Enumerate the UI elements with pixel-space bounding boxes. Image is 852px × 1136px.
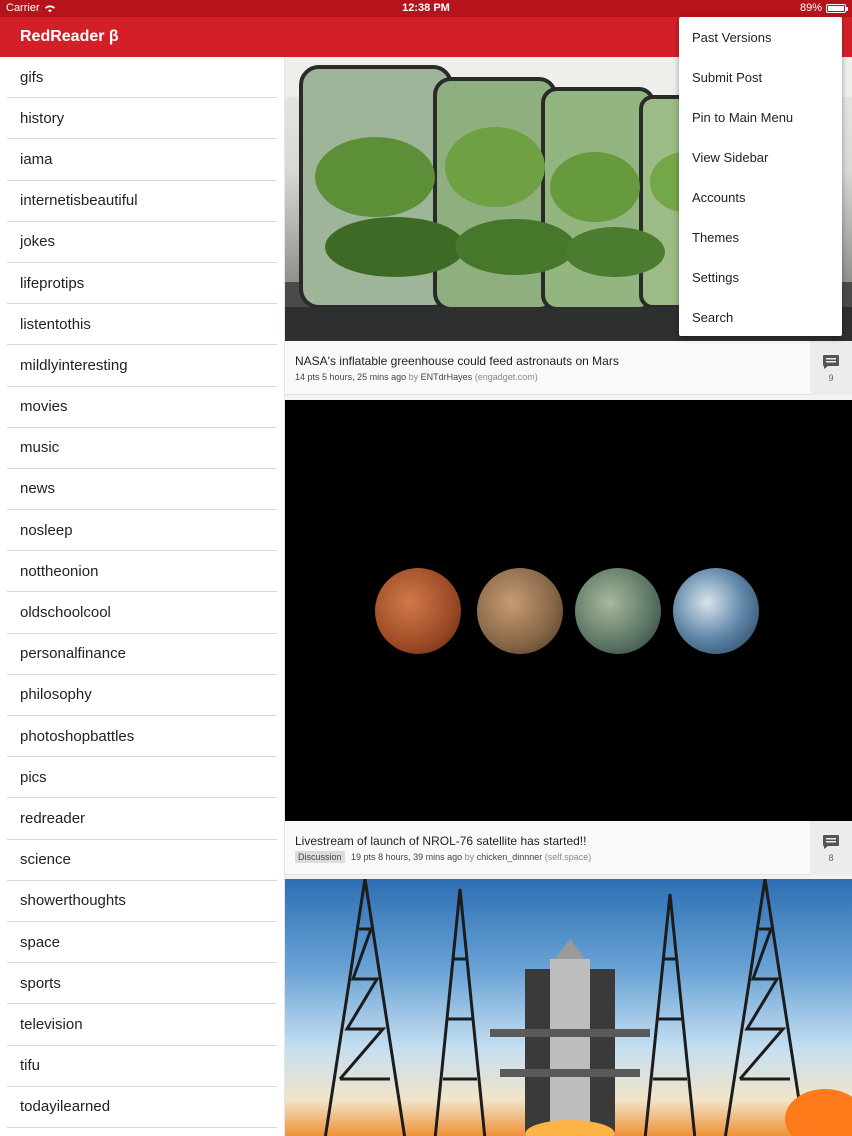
post-points: 19 pts bbox=[351, 852, 376, 862]
comment-count: 9 bbox=[828, 372, 834, 383]
post-by: by bbox=[408, 372, 419, 382]
subreddit-item[interactable]: todayilearned bbox=[7, 1087, 277, 1128]
menu-item-accounts[interactable]: Accounts bbox=[679, 177, 842, 217]
rocket-illustration bbox=[323, 879, 852, 1136]
subreddit-item[interactable]: showerthoughts bbox=[7, 881, 277, 922]
subreddit-item[interactable]: photoshopbattles bbox=[7, 716, 277, 758]
post-author: chicken_dinnner bbox=[476, 852, 543, 862]
post-domain: (self.space) bbox=[544, 852, 592, 862]
menu-item-search[interactable]: Search bbox=[679, 297, 842, 337]
subreddit-item[interactable]: sports bbox=[7, 963, 277, 1005]
post-row[interactable]: NASA's inflatable greenhouse could feed … bbox=[285, 341, 852, 395]
planet-stage-two bbox=[477, 568, 563, 654]
planet-earthlike bbox=[673, 568, 759, 654]
app-title: RedReader β bbox=[20, 28, 119, 45]
subreddit-item[interactable]: tifu bbox=[7, 1046, 277, 1087]
post-age: 8 hours, 39 mins ago bbox=[378, 852, 463, 862]
comment-count: 8 bbox=[828, 852, 834, 863]
menu-item-submit-post[interactable]: Submit Post bbox=[679, 57, 842, 97]
subreddit-item[interactable]: listentothis bbox=[7, 304, 277, 346]
menu-item-themes[interactable]: Themes bbox=[679, 217, 842, 257]
subreddit-item[interactable]: news bbox=[7, 469, 277, 511]
subreddit-item[interactable]: nosleep bbox=[7, 510, 277, 552]
menu-item-view-sidebar[interactable]: View Sidebar bbox=[679, 137, 842, 177]
menu-item-past-versions[interactable]: Past Versions bbox=[679, 17, 842, 57]
status-bar: Carrier 12:38 PM 89% bbox=[0, 0, 852, 17]
post-image-planets[interactable] bbox=[285, 400, 852, 821]
comments-button[interactable]: 8 bbox=[810, 821, 852, 875]
menu-item-pin-to-main-menu[interactable]: Pin to Main Menu bbox=[679, 97, 842, 137]
post-row[interactable]: Livestream of launch of NROL-76 satellit… bbox=[285, 821, 852, 875]
post-meta: Discussion 19 pts 8 hours, 39 mins ago b… bbox=[295, 851, 802, 863]
subreddit-item[interactable]: gifs bbox=[7, 57, 277, 99]
subreddit-item[interactable]: philosophy bbox=[7, 675, 277, 716]
overflow-menu[interactable]: Past Versions Submit Post Pin to Main Me… bbox=[679, 17, 842, 336]
subreddit-item[interactable]: science bbox=[7, 840, 277, 881]
menu-item-settings[interactable]: Settings bbox=[679, 257, 842, 297]
post-domain: (engadget.com) bbox=[474, 372, 538, 382]
subreddit-item[interactable]: lifeprotips bbox=[7, 263, 277, 305]
subreddit-item[interactable]: redreader bbox=[7, 798, 277, 840]
post-image-rocket[interactable] bbox=[285, 879, 852, 1136]
subreddit-item[interactable]: nottheonion bbox=[7, 551, 277, 593]
subreddit-item[interactable]: pics bbox=[7, 757, 277, 799]
post-title: NASA's inflatable greenhouse could feed … bbox=[295, 354, 619, 368]
clock: 12:38 PM bbox=[402, 2, 450, 14]
planet-mars bbox=[375, 568, 461, 654]
subreddit-item[interactable]: oldschoolcool bbox=[7, 592, 277, 634]
planet-stage-three bbox=[575, 568, 661, 654]
subreddit-list[interactable]: gifs history iama internetisbeautiful jo… bbox=[0, 57, 285, 1136]
subreddit-item[interactable]: jokes bbox=[7, 222, 277, 263]
post-meta: 14 pts 5 hours, 25 mins ago by ENTdrHaye… bbox=[295, 372, 802, 382]
subreddit-item[interactable]: movies bbox=[7, 387, 277, 428]
battery-percent: 89% bbox=[799, 2, 822, 14]
subreddit-item[interactable]: iama bbox=[7, 139, 277, 181]
subreddit-item[interactable]: music bbox=[7, 428, 277, 469]
post-author: ENTdrHayes bbox=[420, 372, 473, 382]
battery-icon bbox=[826, 3, 848, 13]
subreddit-item[interactable]: internetisbeautiful bbox=[7, 181, 277, 222]
subreddit-item[interactable]: television bbox=[7, 1004, 277, 1046]
comment-icon bbox=[823, 354, 839, 369]
flair-badge: Discussion bbox=[295, 851, 345, 863]
subreddit-item[interactable]: personalfinance bbox=[7, 634, 277, 675]
post-title: Livestream of launch of NROL-76 satellit… bbox=[295, 834, 587, 848]
subreddit-item[interactable]: space bbox=[7, 922, 277, 964]
post-by: by bbox=[464, 852, 475, 862]
subreddit-item[interactable]: history bbox=[7, 98, 277, 140]
post-age: 5 hours, 25 mins ago bbox=[322, 372, 407, 382]
comment-icon bbox=[823, 834, 839, 849]
subreddit-item[interactable]: mildlyinteresting bbox=[7, 345, 277, 387]
post-points: 14 pts bbox=[295, 372, 320, 382]
comments-button[interactable]: 9 bbox=[810, 341, 852, 395]
